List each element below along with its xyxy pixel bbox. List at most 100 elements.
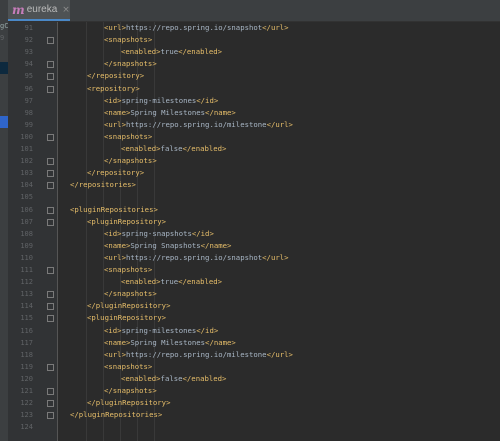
fold-marker-icon[interactable] bbox=[47, 37, 54, 45]
code-text: <snapshots> bbox=[104, 131, 152, 143]
xml-tag: </name> bbox=[205, 107, 236, 117]
code-line[interactable]: 111 <snapshots> bbox=[8, 264, 500, 276]
code-line[interactable]: 97 <id>spring-milestones</id> bbox=[8, 95, 500, 107]
fold-marker-icon[interactable] bbox=[47, 170, 54, 178]
code-line[interactable]: 109 <name>Spring Snapshots</name> bbox=[8, 240, 500, 252]
code-line[interactable]: 102 </snapshots> bbox=[8, 155, 500, 167]
sidebar-fragment: gC bbox=[0, 22, 8, 34]
xml-tag: <name> bbox=[104, 337, 131, 347]
code-text: <name>Spring Milestones</name> bbox=[104, 107, 236, 119]
code-text: <snapshots> bbox=[104, 34, 152, 46]
fold-marker-icon[interactable] bbox=[47, 388, 54, 395]
code-line[interactable]: 119 <snapshots> bbox=[8, 361, 500, 373]
xml-tag: <enabled> bbox=[121, 277, 161, 287]
code-line[interactable]: 107 <pluginRepository> bbox=[8, 216, 500, 228]
code-line[interactable]: 118 <url>https://repo.spring.io/milestone… bbox=[8, 349, 500, 361]
xml-tag: </id> bbox=[196, 325, 219, 335]
code-line[interactable]: 101 <enabled>false</enabled> bbox=[8, 143, 500, 155]
sidebar-selection bbox=[0, 62, 8, 74]
project-panel-edge[interactable]: gC 9 bbox=[0, 0, 8, 441]
fold-marker-icon[interactable] bbox=[47, 315, 54, 323]
fold-marker-icon[interactable] bbox=[47, 61, 54, 69]
xml-tag: </name> bbox=[200, 240, 232, 250]
line-number: 114 bbox=[20, 302, 33, 311]
code-line[interactable]: 116 <id>spring-milestones</id> bbox=[8, 325, 500, 337]
xml-tag: <url> bbox=[104, 252, 126, 262]
code-text: </snapshots> bbox=[104, 385, 157, 397]
code-line[interactable]: 121 </snapshots> bbox=[8, 385, 500, 397]
xml-tag: <repository> bbox=[87, 83, 140, 93]
xml-tag: <pluginRepositories> bbox=[70, 204, 158, 214]
line-number: 99 bbox=[24, 120, 33, 129]
code-line[interactable]: 95 </repository> bbox=[8, 70, 500, 82]
xml-tag: </enabled> bbox=[182, 144, 227, 153]
tab-label: eureka bbox=[26, 4, 58, 15]
line-number: 96 bbox=[24, 84, 33, 93]
fold-marker-icon[interactable] bbox=[47, 412, 54, 420]
fold-marker-icon[interactable] bbox=[47, 206, 54, 214]
fold-marker-icon[interactable] bbox=[47, 73, 54, 81]
fold-marker-icon[interactable] bbox=[47, 85, 54, 93]
line-number: 118 bbox=[20, 350, 33, 359]
xml-text: https://repo.spring.io/snapshot bbox=[125, 252, 263, 262]
code-line[interactable]: 114 </pluginRepository> bbox=[8, 300, 500, 312]
code-line[interactable]: 98 <name>Spring Milestones</name> bbox=[8, 107, 500, 119]
maven-icon: m bbox=[12, 2, 25, 17]
close-icon[interactable]: × bbox=[62, 5, 70, 15]
line-number: 102 bbox=[20, 157, 33, 166]
line-number: 112 bbox=[20, 278, 33, 287]
code-line[interactable]: 91 <url>https://repo.spring.io/snapshot</… bbox=[8, 22, 500, 34]
code-text: </snapshots> bbox=[104, 288, 157, 300]
fold-marker-icon[interactable] bbox=[47, 218, 54, 226]
code-text: <id>spring-milestones</id> bbox=[104, 95, 218, 107]
code-text: <snapshots> bbox=[104, 361, 152, 373]
fold-marker-icon[interactable] bbox=[47, 400, 54, 408]
code-line[interactable]: 96 <repository> bbox=[8, 83, 500, 95]
line-number: 124 bbox=[20, 423, 33, 432]
code-line[interactable]: 92 <snapshots> bbox=[8, 34, 500, 46]
fold-marker-icon[interactable] bbox=[47, 133, 54, 141]
editor-tab-bar: m eureka × bbox=[8, 0, 500, 22]
code-line[interactable]: 124 bbox=[8, 421, 500, 433]
code-line[interactable]: 108 <id>spring-snapshots</id> bbox=[8, 228, 500, 240]
line-number: 93 bbox=[24, 48, 33, 57]
code-line[interactable]: 123 </pluginRepositories> bbox=[8, 409, 500, 421]
fold-marker-icon[interactable] bbox=[47, 291, 54, 299]
code-editor[interactable]: 91 <url>https://repo.spring.io/snapshot</… bbox=[8, 22, 500, 441]
line-number: 91 bbox=[24, 24, 33, 32]
code-line[interactable]: 99 <url>https://repo.spring.io/milestone<… bbox=[8, 119, 500, 131]
code-line[interactable]: 122 </pluginRepository> bbox=[8, 397, 500, 409]
code-line[interactable]: 110 <url>https://repo.spring.io/snapshot<… bbox=[8, 252, 500, 264]
code-line[interactable]: 113 </snapshots> bbox=[8, 288, 500, 300]
fold-marker-icon[interactable] bbox=[47, 267, 54, 274]
xml-tag: <id> bbox=[104, 325, 122, 335]
code-line[interactable]: 103 </repository> bbox=[8, 167, 500, 179]
fold-marker-icon[interactable] bbox=[47, 303, 54, 311]
fold-marker-icon[interactable] bbox=[47, 182, 54, 190]
line-number: 101 bbox=[20, 145, 33, 153]
code-text: </repositories> bbox=[70, 179, 136, 191]
code-line[interactable]: 112 <enabled>true</enabled> bbox=[8, 276, 500, 288]
code-line[interactable]: 115 <pluginRepository> bbox=[8, 312, 500, 324]
line-number: 123 bbox=[20, 411, 33, 420]
xml-tag: <enabled> bbox=[121, 47, 161, 57]
xml-text: Spring Milestones bbox=[130, 107, 206, 117]
code-line[interactable]: 117 <name>Spring Milestones</name> bbox=[8, 337, 500, 349]
code-line[interactable]: 105 bbox=[8, 191, 500, 203]
xml-tag: <name> bbox=[104, 240, 131, 250]
code-line[interactable]: 94 </snapshots> bbox=[8, 58, 500, 70]
code-line[interactable]: 100 <snapshots> bbox=[8, 131, 500, 143]
xml-tag: <snapshots> bbox=[104, 265, 153, 274]
xml-tag: <url> bbox=[104, 349, 126, 359]
code-text: <pluginRepositories> bbox=[70, 204, 158, 216]
tab-eureka[interactable]: m eureka × bbox=[8, 0, 70, 21]
code-text: </pluginRepositories> bbox=[70, 409, 162, 421]
code-line[interactable]: 104 </repositories> bbox=[8, 179, 500, 191]
fold-marker-icon[interactable] bbox=[47, 158, 54, 166]
code-line[interactable]: 120 <enabled>false</enabled> bbox=[8, 373, 500, 385]
code-line[interactable]: 93 <enabled>true</enabled> bbox=[8, 46, 500, 58]
fold-marker-icon[interactable] bbox=[47, 363, 54, 371]
xml-tag: <url> bbox=[104, 119, 126, 129]
xml-tag: <snapshots> bbox=[104, 131, 153, 141]
code-line[interactable]: 106 <pluginRepositories> bbox=[8, 204, 500, 216]
